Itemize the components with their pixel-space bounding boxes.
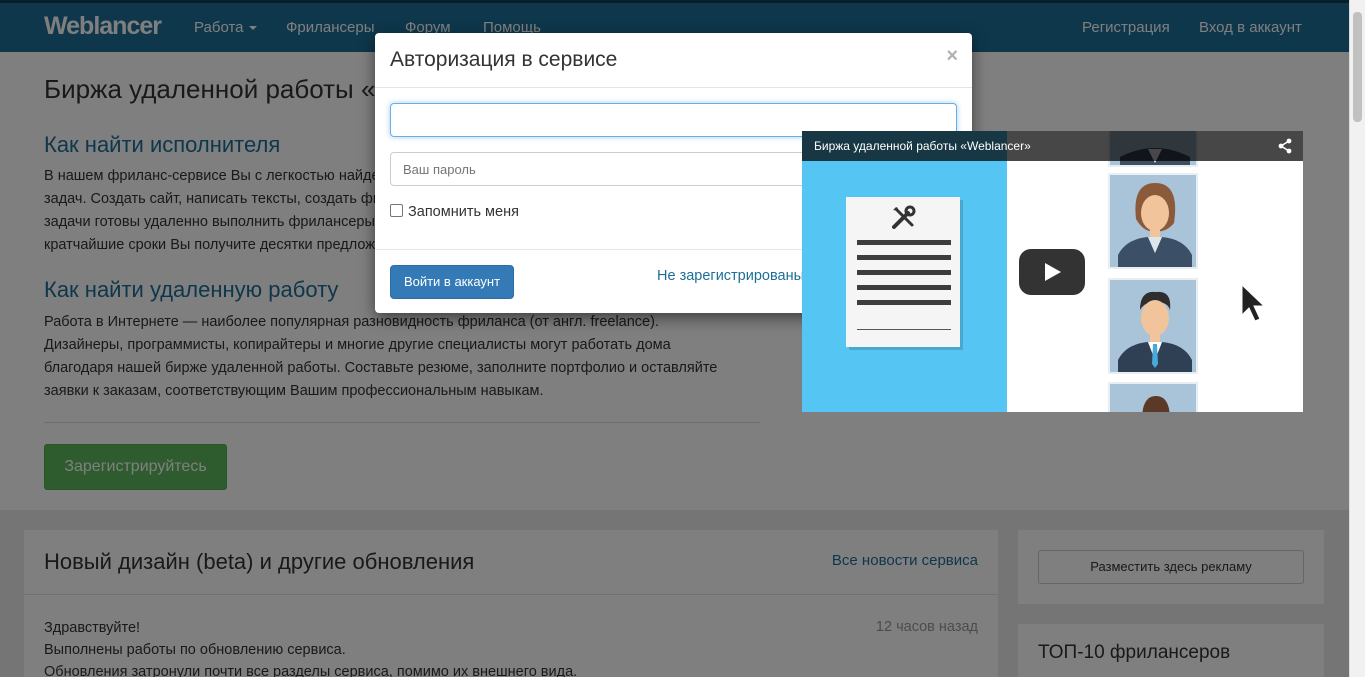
document-line — [857, 270, 951, 275]
video-title[interactable]: Биржа удаленной работы «Weblancer» — [814, 139, 1031, 153]
document-line — [857, 255, 951, 260]
video-player[interactable]: Биржа удаленной работы «Weblancer» — [802, 131, 1303, 412]
portrait-man — [1108, 278, 1198, 374]
play-button[interactable] — [1019, 249, 1085, 295]
video-title-bar: Биржа удаленной работы «Weblancer» — [802, 131, 1303, 161]
login-submit-button[interactable]: Войти в аккаунт — [390, 265, 514, 299]
not-registered-link[interactable]: Не зарегистрированы? — [657, 268, 812, 284]
scrollbar-thumb[interactable] — [1353, 12, 1362, 122]
remember-me-label: Запомнить меня — [408, 204, 519, 220]
portrait-woman — [1108, 173, 1198, 269]
document-line — [857, 240, 951, 245]
share-icon[interactable] — [1277, 138, 1293, 154]
document-illustration — [846, 197, 960, 347]
remember-me-row[interactable]: Запомнить меня — [390, 204, 519, 220]
play-icon — [1045, 263, 1061, 281]
tools-icon — [892, 205, 916, 229]
document-line — [857, 285, 951, 290]
cursor-icon — [1241, 283, 1266, 322]
document-line — [857, 300, 951, 305]
remember-me-checkbox[interactable] — [390, 204, 403, 217]
page-scrollbar[interactable] — [1349, 0, 1365, 677]
document-signature-line — [857, 329, 951, 330]
modal-title: Авторизация в сервисе — [390, 48, 618, 71]
divider — [375, 87, 972, 88]
portrait-bottom — [1108, 382, 1198, 412]
close-icon[interactable]: × — [946, 45, 958, 68]
